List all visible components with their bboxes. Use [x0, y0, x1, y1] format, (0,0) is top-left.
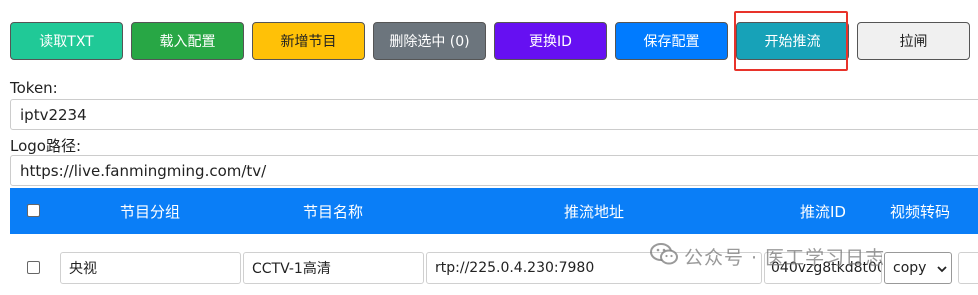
group-input[interactable]: 央视: [60, 252, 241, 284]
chevron-down-icon: [937, 262, 947, 278]
watermark-text: 公众号 · 医工学习日志: [684, 246, 886, 269]
watermark: 公众号 · 医工学习日志: [650, 241, 885, 271]
program-name-input[interactable]: CCTV-1高清: [243, 252, 424, 284]
save-config-button[interactable]: 保存配置: [615, 22, 728, 60]
load-config-button[interactable]: 载入配置: [131, 22, 244, 60]
column-header-name: 节目名称: [302, 202, 363, 221]
column-header-address: 推流地址: [563, 202, 624, 221]
add-program-button[interactable]: 新增节目: [252, 22, 365, 60]
transcode-select-value: copy: [893, 260, 927, 276]
logo-path-label: Logo路径:: [10, 137, 82, 155]
highlight-box: [734, 11, 848, 71]
transcode-select[interactable]: copy: [884, 252, 952, 284]
select-all-checkbox[interactable]: [27, 204, 40, 217]
change-id-button[interactable]: 更换ID: [494, 22, 607, 60]
pull-switch-button[interactable]: 拉闸: [857, 22, 970, 60]
read-txt-button[interactable]: 读取TXT: [10, 22, 123, 60]
column-header-group: 节目分组: [119, 202, 180, 221]
column-header-stream-id: 推流ID: [800, 202, 846, 221]
table-header: 节目分组 节目名称 推流地址 推流ID 视频转码: [10, 188, 978, 234]
logo-path-input[interactable]: https://live.fanmingming.com/tv/: [10, 155, 978, 186]
toolbar: 读取TXT 载入配置 新增节目 删除选中 (0) 更换ID 保存配置 开始推流 …: [0, 0, 978, 71]
delete-selected-button[interactable]: 删除选中 (0): [373, 22, 486, 60]
token-input[interactable]: iptv2234: [10, 99, 978, 130]
token-label: Token:: [10, 79, 58, 97]
column-header-transcode: 视频转码: [889, 202, 950, 221]
wechat-icon: [650, 242, 678, 271]
row-checkbox[interactable]: [27, 261, 40, 274]
row-extra-cell[interactable]: [958, 252, 978, 284]
